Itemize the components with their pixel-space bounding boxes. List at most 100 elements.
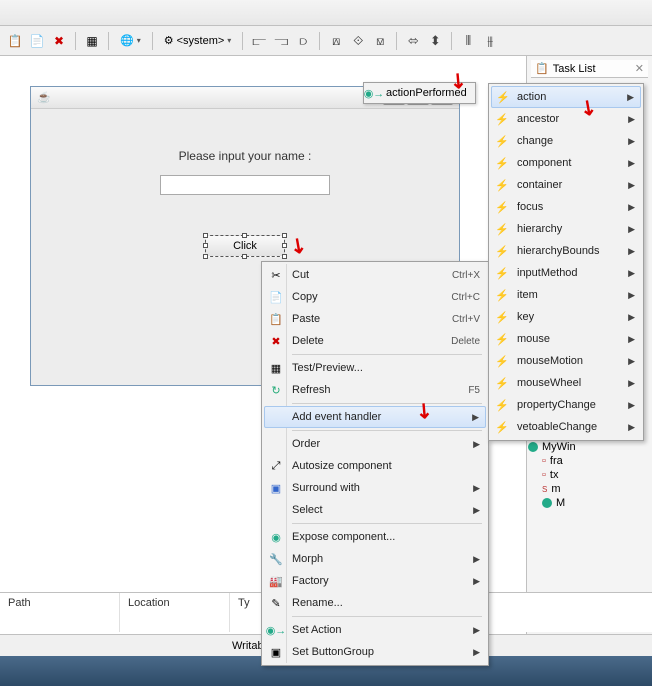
listener-icon: ⚡: [495, 178, 509, 192]
java-icon: ☕: [37, 91, 51, 105]
ctx-copy[interactable]: 📄CopyCtrl+C: [264, 286, 486, 308]
listener-icon: ⚡: [495, 222, 509, 236]
ctx-set-action[interactable]: ◉→Set Action▶: [264, 619, 486, 641]
ctx-order[interactable]: Order▶: [264, 433, 486, 455]
ctx-paste[interactable]: 📋PasteCtrl+V: [264, 308, 486, 330]
ctx-rename[interactable]: ✎Rename...: [264, 592, 486, 614]
same-width-icon[interactable]: ⬄: [404, 32, 422, 50]
copy-icon: 📄: [268, 289, 284, 305]
name-input[interactable]: [160, 175, 330, 195]
align-center-icon[interactable]: ⫎: [272, 32, 290, 50]
listener-icon: ⚡: [495, 354, 509, 368]
action-performed-item[interactable]: ◉→ actionPerformed: [363, 82, 476, 104]
col-path[interactable]: Path: [0, 593, 120, 632]
autosize-icon: ⤢: [268, 458, 284, 474]
buttongroup-icon: ▣: [268, 644, 284, 660]
listener-icon: ⚡: [495, 398, 509, 412]
ctx-cut[interactable]: ✂CutCtrl+X: [264, 264, 486, 286]
tasklist-icon: 📋: [535, 62, 549, 75]
event-mousemotion[interactable]: ⚡mouseMotion▶: [491, 350, 641, 372]
ctx-expose[interactable]: ◉Expose component...: [264, 526, 486, 548]
refresh-icon: ↻: [268, 382, 284, 398]
method-icon: [542, 498, 552, 508]
ctx-test-preview[interactable]: ▦Test/Preview...: [264, 357, 486, 379]
context-menu: ✂CutCtrl+X 📄CopyCtrl+C 📋PasteCtrl+V ✖Del…: [261, 261, 489, 666]
listener-icon: ⚡: [495, 376, 509, 390]
gear-icon: ⚙: [164, 34, 174, 47]
class-icon: [528, 442, 538, 452]
ctx-delete[interactable]: ✖DeleteDelete: [264, 330, 486, 352]
event-mouse[interactable]: ⚡mouse▶: [491, 328, 641, 350]
paste-icon: 📋: [268, 311, 284, 327]
listener-icon: ⚡: [496, 90, 510, 104]
ctx-autosize[interactable]: ⤢Autosize component: [264, 455, 486, 477]
listener-icon: ⚡: [495, 332, 509, 346]
event-item[interactable]: ⚡item▶: [491, 284, 641, 306]
outline-tree[interactable]: MyWin ▫fra ▫tx Sm M: [528, 440, 648, 510]
event-propertychange[interactable]: ⚡propertyChange▶: [491, 394, 641, 416]
event-container[interactable]: ⚡container▶: [491, 174, 641, 196]
listener-icon: ⚡: [495, 244, 509, 258]
event-ancestor[interactable]: ⚡ancestor▶: [491, 108, 641, 130]
preview-icon[interactable]: ▦: [83, 32, 101, 50]
listener-icon: ⚡: [495, 200, 509, 214]
align-middle-icon[interactable]: ⟐: [349, 32, 367, 50]
globe-dropdown[interactable]: 🌐: [116, 34, 145, 47]
tasklist-tab[interactable]: 📋 Task List ✕: [531, 60, 648, 78]
copy-icon[interactable]: 📋: [6, 32, 24, 50]
cut-icon: ✂: [268, 267, 284, 283]
listener-icon: ⚡: [495, 310, 509, 324]
field-icon: ▫: [542, 469, 546, 481]
ctx-select[interactable]: Select▶: [264, 499, 486, 521]
ctx-refresh[interactable]: ↻RefreshF5: [264, 379, 486, 401]
event-hierarchy[interactable]: ⚡hierarchy▶: [491, 218, 641, 240]
event-key[interactable]: ⚡key▶: [491, 306, 641, 328]
ctx-morph[interactable]: 🔧Morph▶: [264, 548, 486, 570]
event-action[interactable]: ⚡action▶: [491, 86, 641, 108]
ctx-factory[interactable]: 🏭Factory▶: [264, 570, 486, 592]
field-icon: ▫: [542, 455, 546, 467]
method-icon: ◉→: [367, 86, 381, 100]
rename-icon: ✎: [268, 595, 284, 611]
align-top-icon[interactable]: ⟎: [327, 32, 345, 50]
event-vetoablechange[interactable]: ⚡vetoableChange▶: [491, 416, 641, 438]
delete-x-icon[interactable]: ✖: [50, 32, 68, 50]
close-view-icon[interactable]: ✕: [635, 62, 644, 75]
align-right-icon[interactable]: ⫐: [294, 32, 312, 50]
ctx-surround[interactable]: ▣Surround with▶: [264, 477, 486, 499]
name-label: Please input your name :: [179, 149, 312, 163]
align-bottom-icon[interactable]: ⟏: [371, 32, 389, 50]
event-focus[interactable]: ⚡focus▶: [491, 196, 641, 218]
paste-icon[interactable]: 📄: [28, 32, 46, 50]
expose-icon: ◉: [268, 529, 284, 545]
app-toolbar-upper: [0, 0, 652, 26]
listener-icon: ⚡: [495, 288, 509, 302]
app-toolbar: 📋 📄 ✖ ▦ 🌐 ⚙<system> ⫍ ⫎ ⫐ ⟎ ⟐ ⟏ ⬄ ⬍ ⫴ ⫵: [0, 26, 652, 56]
morph-icon: 🔧: [268, 551, 284, 567]
same-height-icon[interactable]: ⬍: [426, 32, 444, 50]
factory-icon: 🏭: [268, 573, 284, 589]
space-h-icon[interactable]: ⫴: [459, 32, 477, 50]
set-action-icon: ◉→: [268, 622, 284, 638]
ctx-add-event-handler[interactable]: Add event handler▶: [264, 406, 486, 428]
click-button[interactable]: Click: [205, 235, 285, 257]
listener-icon: ⚡: [495, 134, 509, 148]
listener-icon: ⚡: [495, 420, 509, 434]
static-icon: S: [542, 485, 547, 494]
event-hierarchybounds[interactable]: ⚡hierarchyBounds▶: [491, 240, 641, 262]
space-v-icon[interactable]: ⫵: [481, 32, 499, 50]
align-left-icon[interactable]: ⫍: [250, 32, 268, 50]
col-location[interactable]: Location: [120, 593, 230, 632]
surround-icon: ▣: [268, 480, 284, 496]
event-change[interactable]: ⚡change▶: [491, 130, 641, 152]
event-handler-submenu: ⚡action▶ ⚡ancestor▶ ⚡change▶ ⚡component▶…: [488, 83, 644, 441]
event-inputmethod[interactable]: ⚡inputMethod▶: [491, 262, 641, 284]
system-dropdown[interactable]: ⚙<system>: [160, 34, 236, 47]
delete-icon: ✖: [268, 333, 284, 349]
event-component[interactable]: ⚡component▶: [491, 152, 641, 174]
listener-icon: ⚡: [495, 266, 509, 280]
event-mousewheel[interactable]: ⚡mouseWheel▶: [491, 372, 641, 394]
listener-icon: ⚡: [495, 156, 509, 170]
preview-icon: ▦: [268, 360, 284, 376]
ctx-set-buttongroup[interactable]: ▣Set ButtonGroup▶: [264, 641, 486, 663]
